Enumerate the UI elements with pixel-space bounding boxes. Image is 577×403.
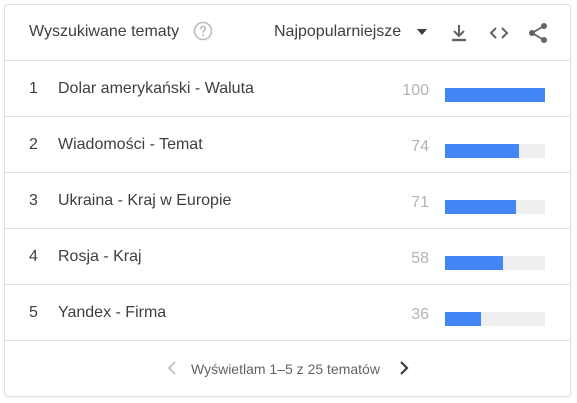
table-row: 4 Rosja - Kraj 58: [5, 229, 570, 285]
help-circle-icon[interactable]: [193, 21, 213, 41]
share-icon[interactable]: [526, 21, 550, 45]
row-value: 58: [411, 250, 429, 267]
row-bar-track: [445, 144, 545, 158]
row-bar-fill: [445, 256, 503, 270]
row-value: 74: [411, 138, 429, 155]
related-topics-widget: Wyszukiwane tematy Najpopularniejsze 1 D: [4, 4, 571, 397]
row-rank: 2: [29, 136, 38, 153]
row-rank: 1: [29, 80, 38, 97]
table-row: 5 Yandex - Firma 36: [5, 285, 570, 341]
row-bar-fill: [445, 144, 519, 158]
row-bar-fill: [445, 88, 545, 102]
row-bar-track: [445, 88, 545, 102]
pagination-status: Wyświetlam 1–5 z 25 tematów: [191, 361, 380, 377]
widget-header: Wyszukiwane tematy Najpopularniejsze: [5, 5, 570, 61]
table-row: 1 Dolar amerykański - Waluta 100: [5, 61, 570, 117]
row-topic-link[interactable]: Wiadomości - Temat: [58, 136, 203, 154]
table-row: 2 Wiadomości - Temat 74: [5, 117, 570, 173]
row-value: 100: [402, 82, 429, 99]
row-topic-link[interactable]: Rosja - Kraj: [58, 248, 142, 266]
embed-code-icon[interactable]: [487, 21, 511, 45]
row-bar-fill: [445, 312, 481, 326]
chevron-right-icon[interactable]: [397, 360, 411, 376]
row-bar-fill: [445, 200, 516, 214]
chevron-left-icon[interactable]: [165, 360, 179, 376]
pagination: Wyświetlam 1–5 z 25 tematów: [5, 341, 570, 397]
row-value: 36: [411, 306, 429, 323]
row-topic-link[interactable]: Ukraina - Kraj w Europie: [58, 192, 231, 210]
row-bar-track: [445, 256, 545, 270]
download-icon[interactable]: [447, 21, 471, 45]
widget-title: Wyszukiwane tematy: [29, 23, 180, 40]
sort-dropdown-label[interactable]: Najpopularniejsze: [274, 23, 401, 41]
row-value: 71: [411, 194, 429, 211]
row-bar-track: [445, 200, 545, 214]
row-rank: 5: [29, 304, 38, 321]
row-rank: 4: [29, 248, 38, 265]
row-bar-track: [445, 312, 545, 326]
table-row: 3 Ukraina - Kraj w Europie 71: [5, 173, 570, 229]
row-topic-link[interactable]: Dolar amerykański - Waluta: [58, 80, 254, 98]
caret-down-icon[interactable]: [415, 27, 429, 37]
row-topic-link[interactable]: Yandex - Firma: [58, 304, 166, 322]
row-rank: 3: [29, 192, 38, 209]
